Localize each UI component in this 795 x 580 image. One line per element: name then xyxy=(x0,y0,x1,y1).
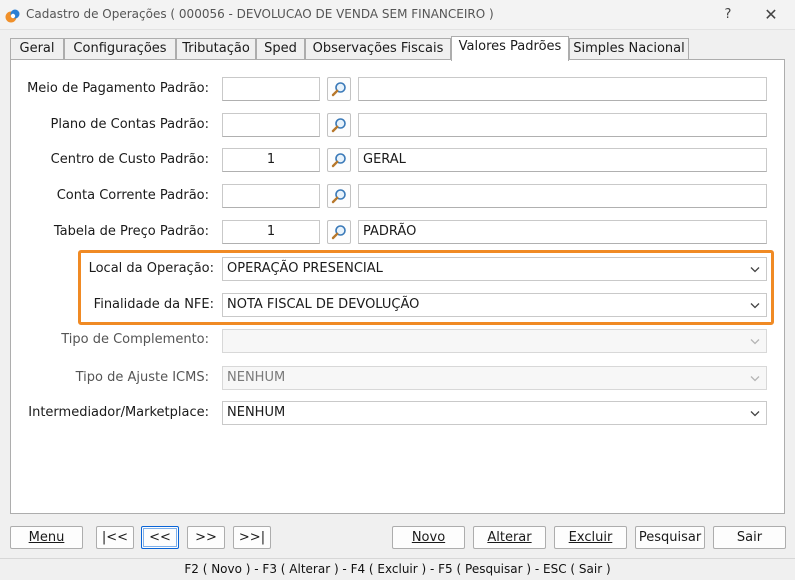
meio-pagamento-search-button[interactable] xyxy=(327,77,351,101)
title-bar: Cadastro de Operações ( 000056 - DEVOLUC… xyxy=(0,0,795,30)
centro-custo-label: Centro de Custo Padrão: xyxy=(50,152,209,167)
shortcut-hints: F2 ( Novo ) - F3 ( Alterar ) - F4 ( Excl… xyxy=(0,558,795,580)
tab-tributacao[interactable]: Tributação xyxy=(176,38,256,60)
last-record-button[interactable]: >>| xyxy=(233,526,271,549)
next-record-button[interactable]: >> xyxy=(187,526,225,549)
conta-corrente-label: Conta Corrente Padrão: xyxy=(56,188,209,203)
conta-corrente-description[interactable] xyxy=(358,184,767,208)
chevron-down-icon xyxy=(750,339,760,345)
tipo-ajuste-icms-label: Tipo de Ajuste ICMS: xyxy=(75,370,209,385)
magnifier-icon xyxy=(331,153,346,168)
excluir-button[interactable]: Excluir xyxy=(554,526,627,549)
meio-pagamento-description[interactable] xyxy=(358,77,767,101)
tab-observacoes-fiscais[interactable]: Observações Fiscais xyxy=(305,38,451,60)
pesquisar-button[interactable]: Pesquisar xyxy=(635,526,705,549)
finalidade-nfe-select[interactable]: NOTA FISCAL DE DEVOLUÇÃO xyxy=(222,293,767,317)
local-operacao-value: OPERAÇÃO PRESENCIAL xyxy=(227,261,383,276)
finalidade-nfe-value: NOTA FISCAL DE DEVOLUÇÃO xyxy=(227,297,420,312)
alterar-button[interactable]: Alterar xyxy=(473,526,546,549)
tab-panel-valores-padroes: Meio de Pagamento Padrão: Plano de Conta… xyxy=(10,59,785,514)
close-button[interactable]: ✕ xyxy=(756,4,786,26)
tipo-ajuste-icms-value: NENHUM xyxy=(227,370,286,385)
tabela-preco-description[interactable]: PADRÃO xyxy=(358,220,767,244)
previous-record-button[interactable]: << xyxy=(141,526,179,549)
intermediador-label: Intermediador/Marketplace: xyxy=(28,405,209,420)
app-logo-icon xyxy=(5,9,20,23)
plano-contas-label: Plano de Contas Padrão: xyxy=(50,117,209,132)
intermediador-select[interactable]: NENHUM xyxy=(222,401,767,425)
tabela-preco-label: Tabela de Preço Padrão: xyxy=(53,224,209,239)
centro-custo-search-button[interactable] xyxy=(327,148,351,172)
help-button[interactable]: ? xyxy=(713,4,743,26)
magnifier-icon xyxy=(331,225,346,240)
intermediador-value: NENHUM xyxy=(227,405,286,420)
chevron-down-icon xyxy=(750,411,760,417)
chevron-down-icon xyxy=(750,267,760,273)
magnifier-icon xyxy=(331,189,346,204)
menu-button[interactable]: Menu xyxy=(10,526,83,549)
conta-corrente-search-button[interactable] xyxy=(327,184,351,208)
local-operacao-select[interactable]: OPERAÇÃO PRESENCIAL xyxy=(222,257,767,281)
tab-valores-padroes[interactable]: Valores Padrões xyxy=(451,36,569,61)
meio-pagamento-label: Meio de Pagamento Padrão: xyxy=(27,81,209,96)
tipo-complemento-label: Tipo de Complemento: xyxy=(61,332,209,347)
centro-custo-description[interactable]: GERAL xyxy=(358,148,767,172)
sair-button[interactable]: Sair xyxy=(713,526,786,549)
first-record-button[interactable]: |<< xyxy=(96,526,134,549)
tab-configuracoes[interactable]: Configurações xyxy=(64,38,176,60)
plano-contas-description[interactable] xyxy=(358,113,767,137)
tab-simples-nacional[interactable]: Simples Nacional xyxy=(569,38,689,60)
magnifier-icon xyxy=(331,118,346,133)
chevron-down-icon xyxy=(750,376,760,382)
local-operacao-label: Local da Operação: xyxy=(88,261,214,276)
tab-geral[interactable]: Geral xyxy=(10,38,64,60)
plano-contas-search-button[interactable] xyxy=(327,113,351,137)
window-title: Cadastro de Operações ( 000056 - DEVOLUC… xyxy=(26,7,494,21)
tipo-ajuste-icms-select: NENHUM xyxy=(222,366,767,390)
meio-pagamento-code-input[interactable] xyxy=(222,77,320,101)
centro-custo-code-input[interactable]: 1 xyxy=(222,148,320,172)
tab-sped[interactable]: Sped xyxy=(256,38,305,60)
plano-contas-code-input[interactable] xyxy=(222,113,320,137)
tabela-preco-search-button[interactable] xyxy=(327,220,351,244)
tipo-complemento-select xyxy=(222,329,767,353)
finalidade-nfe-label: Finalidade da NFE: xyxy=(93,297,214,312)
tabela-preco-code-input[interactable]: 1 xyxy=(222,220,320,244)
chevron-down-icon xyxy=(750,303,760,309)
magnifier-icon xyxy=(331,82,346,97)
novo-button[interactable]: Novo xyxy=(392,526,465,549)
conta-corrente-code-input[interactable] xyxy=(222,184,320,208)
